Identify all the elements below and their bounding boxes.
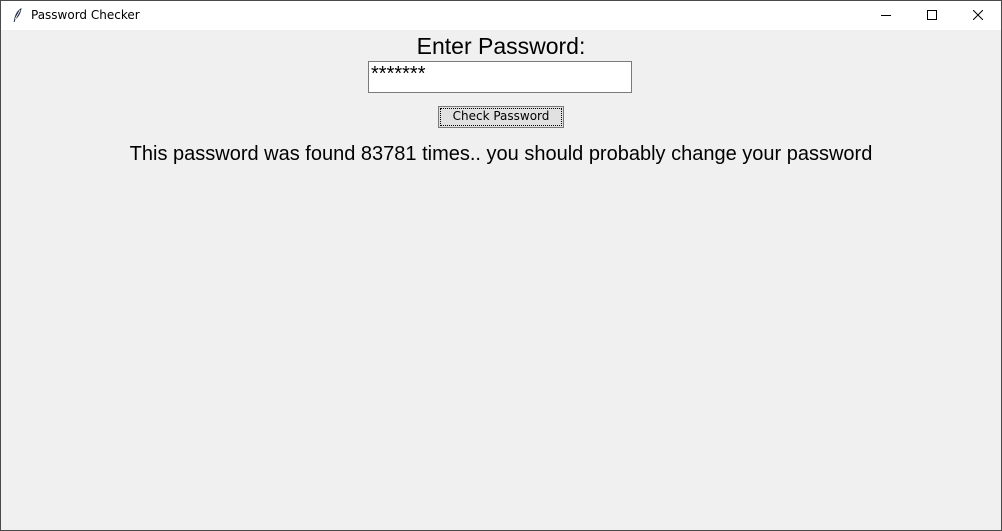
maximize-icon [927,10,937,20]
feather-icon [11,7,25,23]
app-window: Password Checker Enter Password: *******… [0,0,1002,531]
check-password-button[interactable]: Check Password [438,106,564,128]
title-bar[interactable]: Password Checker [1,1,1001,30]
window-title: Password Checker [31,8,140,22]
close-button[interactable] [955,1,1001,30]
result-message: This password was found 83781 times.. yo… [129,143,873,165]
minimize-button[interactable] [863,1,909,30]
maximize-button[interactable] [909,1,955,30]
minimize-icon [881,15,891,16]
main-content: Enter Password: ******* Check Password T… [1,30,1001,530]
password-input[interactable]: ******* [368,61,632,93]
check-password-button-label: Check Password [452,109,550,123]
close-icon [973,10,983,20]
password-prompt-label: Enter Password: [416,33,586,59]
